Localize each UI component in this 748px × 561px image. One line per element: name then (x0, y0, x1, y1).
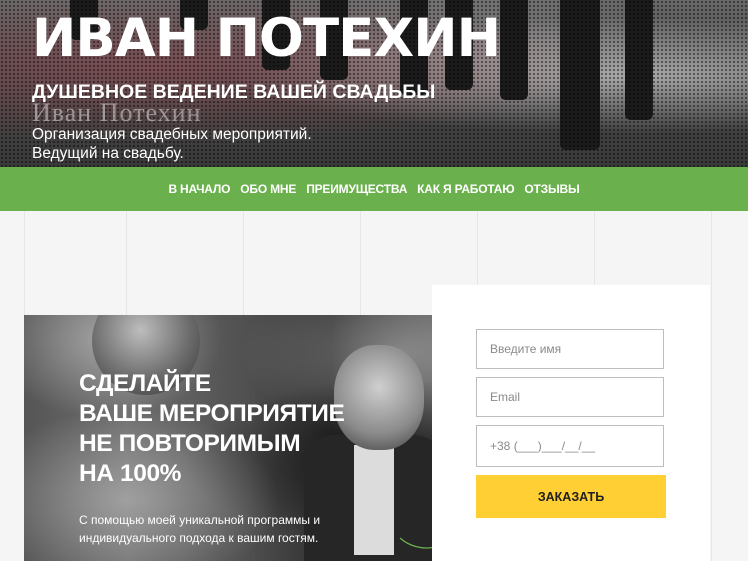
promo-title-line: ВАШЕ МЕРОПРИЯТИЕ (79, 400, 345, 427)
grid-line (711, 211, 712, 561)
main-nav: В НАЧАЛО ОБО МНЕ ПРЕИМУЩЕСТВА КАК Я РАБО… (0, 167, 748, 211)
hero-ghost-text: Иван Потехин (32, 98, 202, 127)
promo-title: СДЕЛАЙТЕ ВАШЕ МЕРОПРИЯТИЕ НЕ ПОВТОРИМЫМ … (79, 369, 345, 489)
promo-banner: СДЕЛАЙТЕ ВАШЕ МЕРОПРИЯТИЕ НЕ ПОВТОРИМЫМ … (24, 315, 434, 561)
nav-link-how-i-work[interactable]: КАК Я РАБОТАЮ (412, 182, 519, 196)
email-input[interactable] (476, 377, 664, 417)
hero-title: ИВАН ПОТЕХИН (32, 8, 501, 69)
order-button[interactable]: ЗАКАЗАТЬ (476, 475, 666, 518)
promo-title-line: НА 100% (79, 460, 182, 487)
nav-link-about[interactable]: ОБО МНЕ (235, 182, 301, 196)
nav-link-reviews[interactable]: ОТЗЫВЫ (519, 182, 584, 196)
hero-description-line: Ведущий на свадьбу. (32, 145, 184, 162)
promo-title-line: СДЕЛАЙТЕ (79, 370, 211, 397)
name-input[interactable] (476, 329, 664, 369)
hero-description: Организация свадебных мероприятий. Ведущ… (32, 125, 312, 163)
hero-banner: ИВАН ПОТЕХИН ДУШЕВНОЕ ВЕДЕНИЕ ВАШЕЙ СВАД… (0, 0, 748, 167)
order-form: ЗАКАЗАТЬ (432, 285, 710, 561)
promo-description: С помощью моей уникальной программы и ин… (79, 513, 321, 545)
nav-link-home[interactable]: В НАЧАЛО (163, 182, 235, 196)
phone-input[interactable] (476, 425, 664, 467)
host-head (334, 345, 424, 450)
nav-link-advantages[interactable]: ПРЕИМУЩЕСТВА (301, 182, 412, 196)
promo-title-line: НЕ ПОВТОРИМЫМ (79, 430, 301, 457)
hero-description-line: Организация свадебных мероприятий. (32, 126, 312, 143)
